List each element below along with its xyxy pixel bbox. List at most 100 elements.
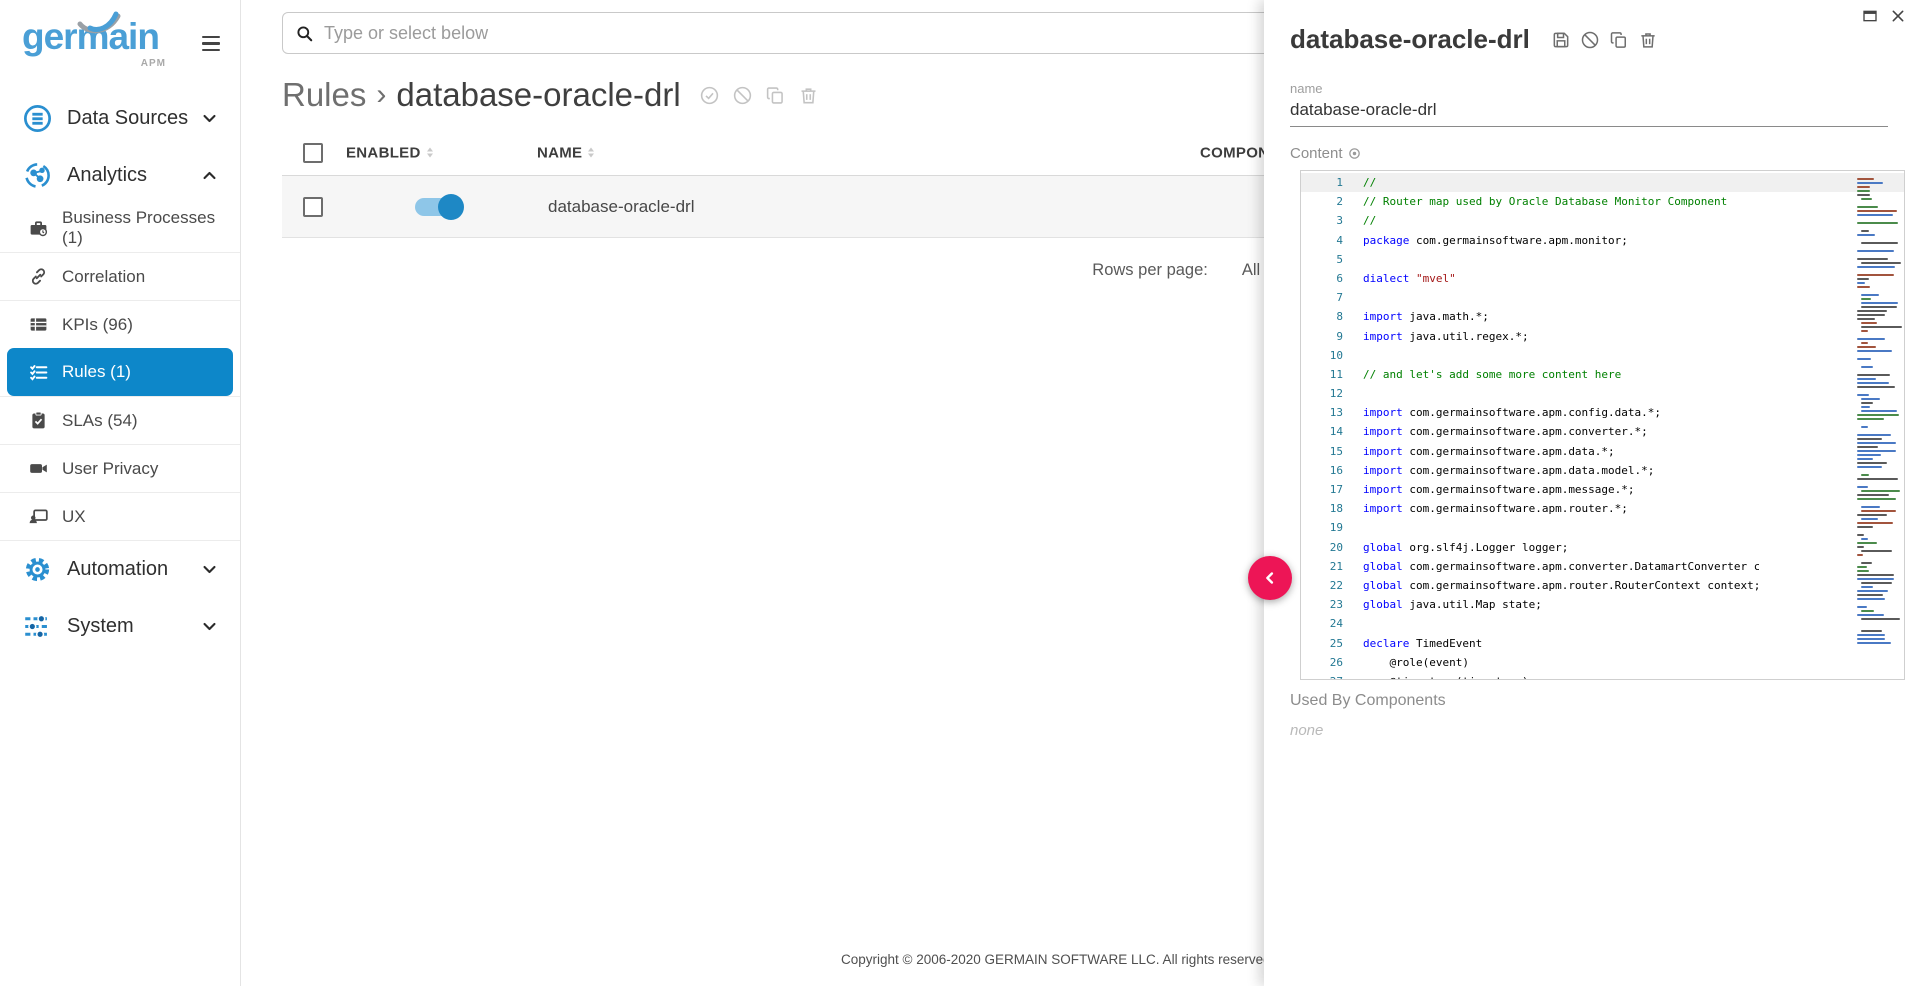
trash-icon[interactable] xyxy=(1638,30,1658,50)
maximize-window-icon[interactable] xyxy=(1862,8,1878,24)
code-line[interactable]: 8import java.math.*; xyxy=(1301,307,1904,326)
line-number[interactable]: 8 xyxy=(1301,307,1343,326)
code-line[interactable]: 24 xyxy=(1301,614,1904,633)
code-line[interactable]: 2// Router map used by Oracle Database M… xyxy=(1301,192,1904,211)
code-line[interactable]: 5 xyxy=(1301,250,1904,269)
line-number[interactable]: 2 xyxy=(1301,192,1343,211)
sidebar-item-slas[interactable]: SLAs (54) xyxy=(0,396,240,444)
clipboard-check-icon xyxy=(28,410,49,431)
copy-icon[interactable] xyxy=(1609,30,1629,50)
code-line[interactable]: 27 @timestamp(timestamp) xyxy=(1301,672,1904,680)
line-number[interactable]: 22 xyxy=(1301,576,1343,595)
code-line[interactable]: 23global java.util.Map state; xyxy=(1301,595,1904,614)
code-line[interactable]: 10 xyxy=(1301,346,1904,365)
line-number[interactable]: 27 xyxy=(1301,672,1343,680)
used-by-components-label: Used By Components xyxy=(1290,692,1888,710)
breadcrumb-section[interactable]: Rules xyxy=(282,76,366,114)
sidebar-item-ux[interactable]: UX xyxy=(0,492,240,540)
line-number[interactable]: 6 xyxy=(1301,269,1343,288)
code-line[interactable]: 4package com.germainsoftware.apm.monitor… xyxy=(1301,231,1904,250)
code-line[interactable]: 26 @role(event) xyxy=(1301,653,1904,672)
line-number[interactable]: 1 xyxy=(1301,173,1343,192)
select-all-checkbox[interactable] xyxy=(303,143,323,163)
line-number[interactable]: 17 xyxy=(1301,480,1343,499)
code-line[interactable]: 14import com.germainsoftware.apm.convert… xyxy=(1301,422,1904,441)
line-number[interactable]: 13 xyxy=(1301,403,1343,422)
disable-ban-icon[interactable] xyxy=(732,85,753,106)
line-number[interactable]: 15 xyxy=(1301,442,1343,461)
code-line[interactable]: 19 xyxy=(1301,518,1904,537)
code-line[interactable]: 21global com.germainsoftware.apm.convert… xyxy=(1301,557,1904,576)
code-line[interactable]: 15import com.germainsoftware.apm.data.*; xyxy=(1301,442,1904,461)
menu-icon[interactable] xyxy=(202,36,220,51)
sidebar-item-analytics[interactable]: Analytics xyxy=(0,147,240,204)
line-number[interactable]: 24 xyxy=(1301,614,1343,633)
editor-minimap[interactable] xyxy=(1856,174,1900,644)
code-line[interactable]: 20global org.slf4j.Logger logger; xyxy=(1301,538,1904,557)
line-number[interactable]: 18 xyxy=(1301,499,1343,518)
code-line[interactable]: 9import java.util.regex.*; xyxy=(1301,327,1904,346)
line-number[interactable]: 11 xyxy=(1301,365,1343,384)
sidebar-item-correlation[interactable]: Correlation xyxy=(0,252,240,300)
app-logo[interactable]: germain APM xyxy=(22,14,172,60)
copy-icon[interactable] xyxy=(765,85,786,106)
breadcrumb-separator: › xyxy=(376,78,386,112)
line-number[interactable]: 16 xyxy=(1301,461,1343,480)
line-number[interactable]: 19 xyxy=(1301,518,1343,537)
row-checkbox[interactable] xyxy=(303,197,323,217)
line-number[interactable]: 14 xyxy=(1301,422,1343,441)
rule-name-cell[interactable]: database-oracle-drl xyxy=(548,197,694,217)
code-line[interactable]: 11// and let's add some more content her… xyxy=(1301,365,1904,384)
sidebar-item-system[interactable]: System xyxy=(0,598,240,655)
trash-icon[interactable] xyxy=(798,85,819,106)
sidebar-item-data-sources[interactable]: Data Sources xyxy=(0,90,240,147)
close-icon[interactable] xyxy=(1890,8,1906,24)
sidebar-item-kpis[interactable]: KPIs (96) xyxy=(0,300,240,348)
copyright-text: Copyright © 2006-2020 GERMAIN SOFTWARE L… xyxy=(841,952,1308,967)
name-field-input[interactable] xyxy=(1290,96,1888,127)
enable-check-icon[interactable] xyxy=(699,85,720,106)
sidebar-item-business-processes[interactable]: Business Processes (1) xyxy=(0,204,240,252)
line-number[interactable]: 9 xyxy=(1301,327,1343,346)
collapse-panel-button[interactable] xyxy=(1248,556,1292,600)
line-number[interactable]: 26 xyxy=(1301,653,1343,672)
code-line[interactable]: 3// xyxy=(1301,211,1904,230)
code-line[interactable]: 16import com.germainsoftware.apm.data.mo… xyxy=(1301,461,1904,480)
kpi-table-icon xyxy=(28,314,49,335)
code-line[interactable]: 25declare TimedEvent xyxy=(1301,634,1904,653)
line-number[interactable]: 7 xyxy=(1301,288,1343,307)
line-number[interactable]: 10 xyxy=(1301,346,1343,365)
code-line[interactable]: 7 xyxy=(1301,288,1904,307)
sidebar-item-label: Correlation xyxy=(62,267,145,287)
code-editor[interactable]: 1//2// Router map used by Oracle Databas… xyxy=(1300,170,1905,680)
line-number[interactable]: 3 xyxy=(1301,211,1343,230)
line-number[interactable]: 25 xyxy=(1301,634,1343,653)
code-line[interactable]: 6dialect "mvel" xyxy=(1301,269,1904,288)
code-line[interactable]: 1// xyxy=(1301,173,1904,192)
save-icon[interactable] xyxy=(1551,30,1571,50)
sidebar-item-label: User Privacy xyxy=(62,459,158,479)
disable-ban-icon[interactable] xyxy=(1580,30,1600,50)
code-line[interactable]: 13import com.germainsoftware.apm.config.… xyxy=(1301,403,1904,422)
line-number[interactable]: 20 xyxy=(1301,538,1343,557)
code-line[interactable]: 22global com.germainsoftware.apm.router.… xyxy=(1301,576,1904,595)
sidebar-item-automation[interactable]: Automation xyxy=(0,541,240,598)
code-line[interactable]: 12 xyxy=(1301,384,1904,403)
content-label: Content xyxy=(1290,145,1343,162)
column-header-enabled[interactable]: ENABLED xyxy=(346,144,433,161)
line-number[interactable]: 12 xyxy=(1301,384,1343,403)
content-info-icon[interactable] xyxy=(1348,147,1361,160)
line-number[interactable]: 21 xyxy=(1301,557,1343,576)
enabled-toggle[interactable] xyxy=(415,198,461,216)
line-number[interactable]: 4 xyxy=(1301,231,1343,250)
sidebar-item-label: Data Sources xyxy=(67,107,201,130)
column-header-name[interactable]: NAME xyxy=(537,144,594,161)
sidebar-item-user-privacy[interactable]: User Privacy xyxy=(0,444,240,492)
code-line[interactable]: 17import com.germainsoftware.apm.message… xyxy=(1301,480,1904,499)
sidebar-item-rules[interactable]: Rules (1) xyxy=(7,348,233,396)
line-number[interactable]: 5 xyxy=(1301,250,1343,269)
code-lines: 1//2// Router map used by Oracle Databas… xyxy=(1301,173,1904,680)
video-camera-icon xyxy=(28,458,49,479)
line-number[interactable]: 23 xyxy=(1301,595,1343,614)
code-line[interactable]: 18import com.germainsoftware.apm.router.… xyxy=(1301,499,1904,518)
